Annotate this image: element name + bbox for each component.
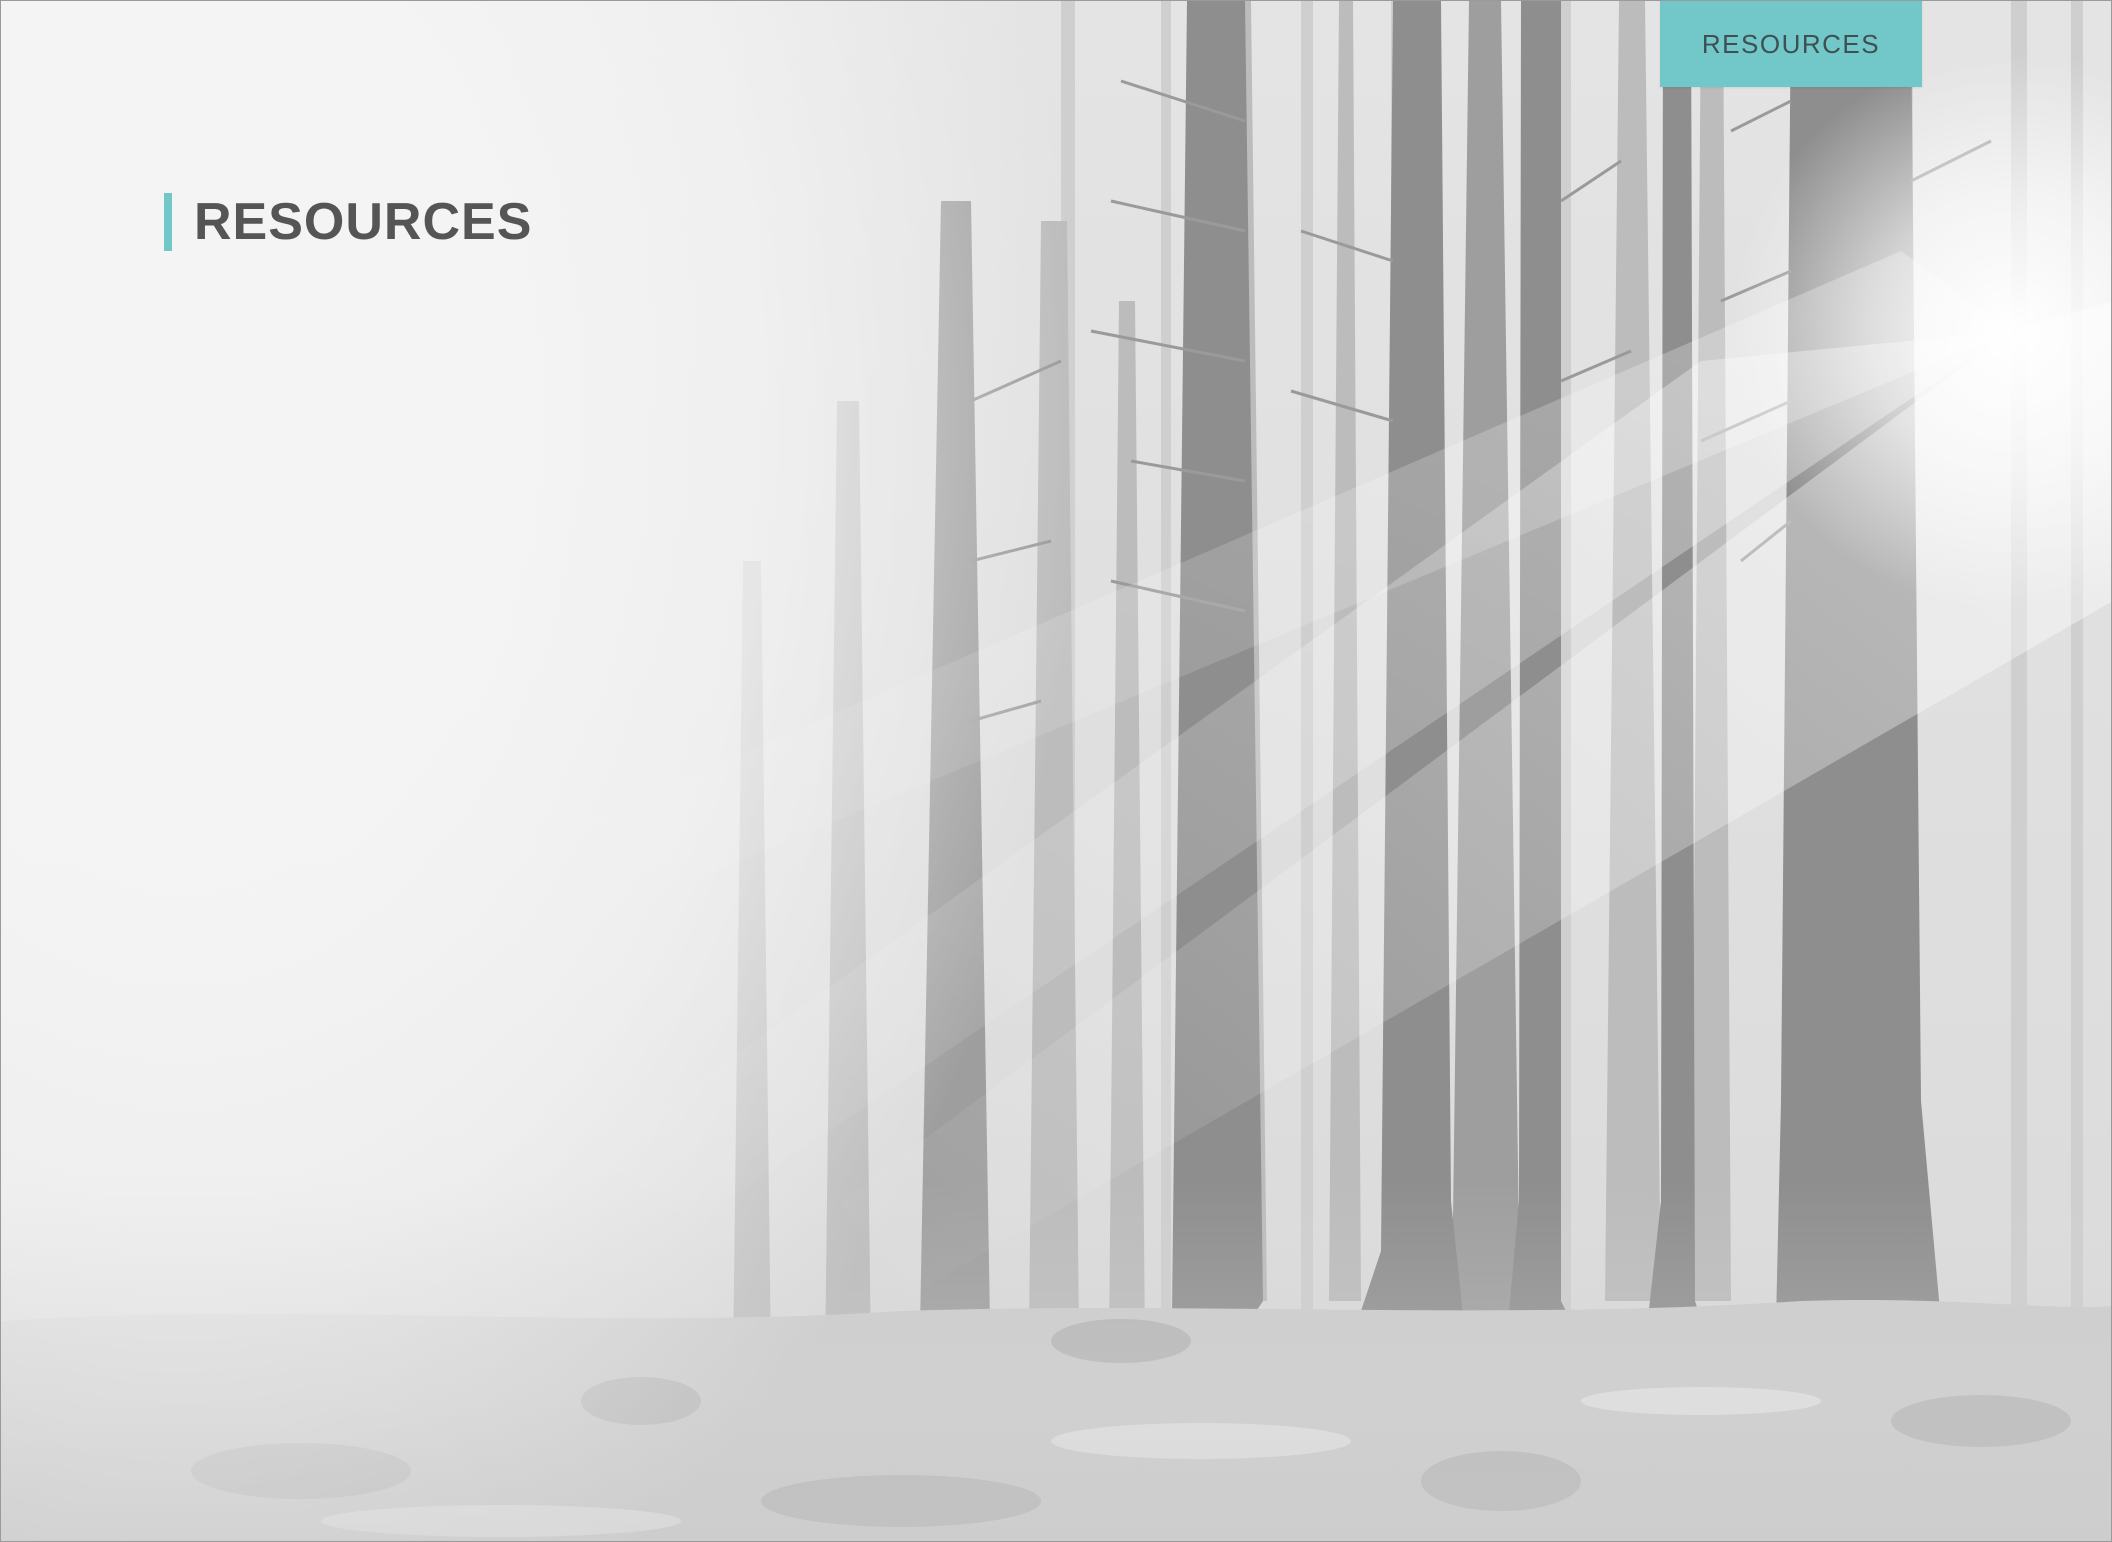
resources-tab[interactable]: RESOURCES — [1660, 1, 1922, 87]
title-accent-bar — [164, 193, 172, 251]
page-title: RESOURCES — [194, 193, 533, 251]
resources-tab-label: RESOURCES — [1701, 28, 1881, 59]
page-title-block: RESOURCES — [164, 193, 532, 251]
resources-page: RESOURCES RESOURCES — [0, 0, 2112, 1542]
